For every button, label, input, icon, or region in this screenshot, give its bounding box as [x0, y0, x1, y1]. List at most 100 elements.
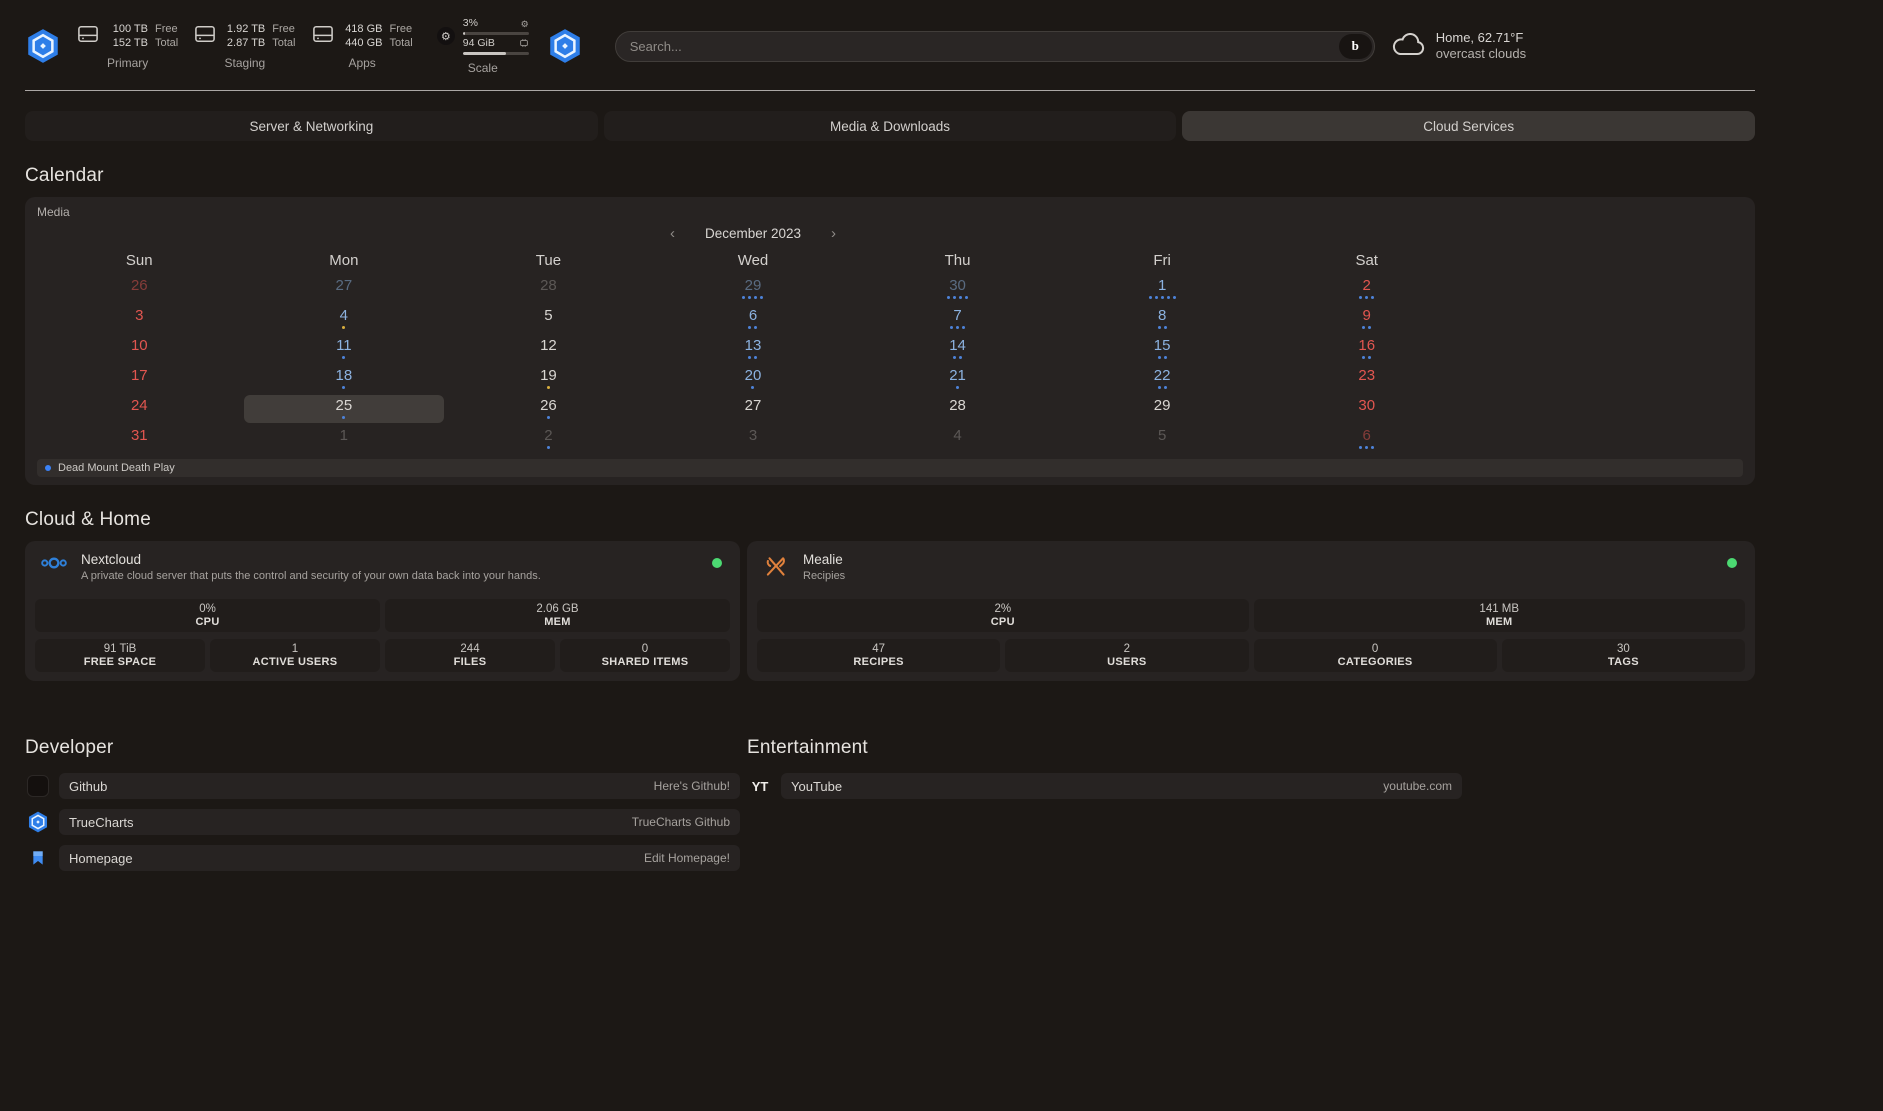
calendar-day[interactable]: 15 [1060, 334, 1265, 364]
calendar-day[interactable]: 2 [1264, 274, 1469, 304]
bookmark-flag-icon [25, 846, 51, 870]
bookmark-label: Homepage [69, 851, 133, 866]
calendar-day[interactable]: 26 [37, 274, 242, 304]
disk-icon [77, 24, 99, 49]
bookmark-description: youtube.com [1383, 779, 1452, 793]
calendar-day[interactable]: 13 [651, 334, 856, 364]
calendar-day[interactable]: 22 [1060, 364, 1265, 394]
calendar-day[interactable]: 31 [37, 424, 242, 454]
calendar-day[interactable]: 29 [651, 274, 856, 304]
calendar-day[interactable]: 24 [37, 394, 242, 424]
disk-icon [312, 24, 334, 49]
memory-chip-icon [519, 38, 529, 50]
search-input[interactable] [615, 31, 1375, 62]
storage-widget-primary[interactable]: 100 TBFree 152 TBTotal Primary [77, 22, 178, 70]
calendar-day[interactable]: 4 [242, 304, 447, 334]
calendar-day[interactable]: 16 [1264, 334, 1469, 364]
event-dots [342, 325, 345, 330]
developer-section-title: Developer [25, 737, 740, 759]
weekday-label: Sun [37, 249, 242, 274]
calendar-day[interactable]: 11 [242, 334, 447, 364]
calendar-day[interactable]: 20 [651, 364, 856, 394]
storage-total: 152 TBTotal [106, 36, 178, 50]
storage-widget-staging[interactable]: 1.92 TBFree 2.87 TBTotal Staging [194, 22, 295, 70]
cloud-icon [1391, 33, 1427, 59]
next-month-button[interactable]: › [831, 226, 836, 241]
service-card-nextcloud[interactable]: Nextcloud A private cloud server that pu… [25, 541, 740, 681]
calendar-day[interactable]: 30 [855, 274, 1060, 304]
weather-widget[interactable]: Home, 62.71°F overcast clouds [1391, 30, 1526, 62]
service-card-mealie[interactable]: Mealie Recipies 2%CPU 141 MBMEM 47RECIPE… [747, 541, 1755, 681]
calendar-day[interactable]: 18 [242, 364, 447, 394]
calendar-day[interactable]: 6 [651, 304, 856, 334]
event-dots [342, 355, 345, 360]
calendar-day[interactable]: 8 [1060, 304, 1265, 334]
calendar-day[interactable]: 3 [37, 304, 242, 334]
scale-resources-widget[interactable]: ⚙ 3%⚙ 94 GiB Scale [437, 17, 529, 75]
truenas-scale-logo-icon[interactable] [547, 28, 583, 64]
calendar-day[interactable]: 4 [855, 424, 1060, 454]
calendar-day[interactable]: 23 [1264, 364, 1469, 394]
calendar-day[interactable]: 21 [855, 364, 1060, 394]
storage-widget-apps[interactable]: 418 GBFree 440 GBTotal Apps [312, 22, 413, 70]
cpu-gear-icon: ⚙ [521, 19, 529, 29]
tab-media-downloads[interactable]: Media & Downloads [604, 111, 1177, 141]
calendar-day[interactable]: 5 [446, 304, 651, 334]
bookmark-truecharts[interactable]: TrueCharts TrueCharts Github [25, 809, 740, 835]
calendar-day[interactable]: 28 [446, 274, 651, 304]
tab-cloud-services[interactable]: Cloud Services [1182, 111, 1755, 141]
service-name: Mealie [803, 552, 845, 567]
storage-total: 2.87 TBTotal [223, 36, 295, 50]
cpu-usage-value: 3% [463, 17, 478, 30]
calendar-day[interactable]: 5 [1060, 424, 1265, 454]
tab-bar: Server & Networking Media & Downloads Cl… [25, 111, 1755, 141]
calendar-legend: Dead Mount Death Play [37, 459, 1743, 477]
calendar-day[interactable]: 17 [37, 364, 242, 394]
stat-free-space: 91 TiBFREE SPACE [35, 639, 205, 672]
weekday-header: Sun Mon Tue Wed Thu Fri Sat [37, 249, 1469, 274]
stat-active-users: 1ACTIVE USERS [210, 639, 380, 672]
calendar-day[interactable]: 27 [242, 274, 447, 304]
calendar-day[interactable]: 26 [446, 394, 651, 424]
calendar-day[interactable]: 1 [1060, 274, 1265, 304]
truecharts-icon [25, 810, 51, 834]
bookmark-youtube[interactable]: YT YouTube youtube.com [747, 773, 1462, 799]
calendar-day[interactable]: 25 [242, 394, 447, 424]
calendar-day[interactable]: 27 [651, 394, 856, 424]
calendar-day[interactable]: 3 [651, 424, 856, 454]
bookmark-github[interactable]: Github Here's Github! [25, 773, 740, 799]
calendar-day[interactable]: 7 [855, 304, 1060, 334]
event-dots [950, 325, 965, 330]
page: 100 TBFree 152 TBTotal Primary 1.92 TBFr… [0, 0, 1883, 881]
calendar-day[interactable]: 29 [1060, 394, 1265, 424]
event-dots [342, 385, 345, 390]
youtube-abbr-icon: YT [747, 774, 773, 798]
calendar-day[interactable]: 9 [1264, 304, 1469, 334]
event-dots [1362, 355, 1371, 360]
legend-label: Dead Mount Death Play [58, 462, 175, 474]
header: 100 TBFree 152 TBTotal Primary 1.92 TBFr… [25, 0, 1755, 88]
search-provider-button[interactable]: b [1339, 34, 1372, 59]
mealie-utensils-icon [759, 552, 793, 592]
nextcloud-icon [37, 552, 71, 592]
prev-month-button[interactable]: ‹ [670, 226, 675, 241]
bookmark-label: YouTube [791, 779, 842, 794]
calendar-widget: Media ‹ December 2023 › Sun Mon Tue Wed … [25, 197, 1755, 485]
tab-server-networking[interactable]: Server & Networking [25, 111, 598, 141]
calendar-day[interactable]: 2 [446, 424, 651, 454]
calendar-day[interactable]: 12 [446, 334, 651, 364]
weather-location-temp: Home, 62.71°F [1436, 30, 1526, 46]
calendar-day[interactable]: 30 [1264, 394, 1469, 424]
legend-dot-icon [45, 465, 51, 471]
event-dots [1149, 295, 1176, 300]
calendar-day[interactable]: 19 [446, 364, 651, 394]
calendar-day[interactable]: 14 [855, 334, 1060, 364]
calendar-day[interactable]: 28 [855, 394, 1060, 424]
calendar-day[interactable]: 1 [242, 424, 447, 454]
calendar-day[interactable]: 10 [37, 334, 242, 364]
truecharts-logo-icon[interactable] [25, 28, 61, 64]
calendar-day[interactable]: 6 [1264, 424, 1469, 454]
bookmark-homepage[interactable]: Homepage Edit Homepage! [25, 845, 740, 871]
storage-pool-name: Apps [348, 56, 375, 70]
event-dots [547, 385, 550, 390]
